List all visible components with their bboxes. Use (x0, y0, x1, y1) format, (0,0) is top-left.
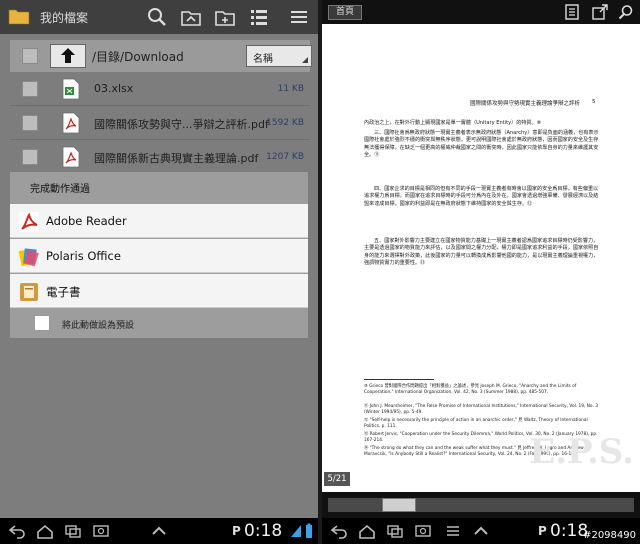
path-bar: /目錄/Download 名稱 (10, 40, 312, 72)
pdf-file-icon (62, 112, 80, 134)
footnote: ⑪ John J. Mearsheimer, "The False Promis… (364, 404, 598, 416)
dialog-title: 完成動作通過 (30, 184, 90, 195)
file-checkbox[interactable] (22, 149, 38, 165)
page-scrubber (322, 492, 640, 518)
file-manager-toolbar: 我的檔案 (0, 0, 318, 34)
up-folder-button[interactable] (50, 44, 86, 68)
excel-file-icon (62, 78, 80, 100)
app-option-ebook[interactable]: 電子書 (10, 274, 308, 308)
search-icon[interactable] (146, 6, 168, 28)
battery-icon (306, 523, 312, 538)
folder-icon (8, 9, 30, 25)
new-folder-icon[interactable] (214, 6, 236, 28)
file-name: 國際關係攻勢與守...爭辯之評析.pdf (94, 118, 269, 131)
menu-lines-icon[interactable] (444, 523, 462, 539)
body-paragraph: 四、國家企求的目標是相同的但有不同的手段一現實主義者有時會以國家的安全爲目標，有… (364, 186, 599, 207)
menu-icon[interactable] (288, 6, 310, 28)
file-checkbox[interactable] (22, 81, 38, 97)
file-row[interactable]: 國際關係攻勢與守...爭辯之評析.pdf 1592 KB (10, 106, 310, 140)
home-icon[interactable] (358, 523, 376, 539)
file-name: 國際關係新古典現實主義理論.pdf (94, 152, 259, 165)
file-manager-panel: 我的檔案 /目錄/Download 名稱 03.xlsx 11 KB 國際關係攻… (0, 0, 318, 544)
reader-home-button[interactable]: 首頁 (328, 5, 362, 20)
ebook-icon (20, 283, 38, 301)
reader-toolbar: 首頁 (322, 0, 640, 24)
file-size: 1592 KB (266, 118, 304, 128)
app-option-polaris-office[interactable]: Polaris Office (10, 239, 308, 273)
set-default-checkbox[interactable] (34, 315, 50, 331)
wifi-icon (291, 525, 301, 537)
sort-dropdown[interactable]: 名稱 (246, 45, 312, 67)
file-row[interactable]: 03.xlsx 11 KB (10, 72, 310, 106)
notification-p-icon: P (232, 524, 241, 538)
document-page[interactable]: 國際關係攻勢與守勢現實主義理論爭辯之評析 5 內政治之上，在對外行動上顯現國家是… (322, 24, 640, 492)
eps-watermark: E.P.S. (529, 432, 634, 472)
app-label: 電子書 (46, 285, 81, 299)
file-size: 1207 KB (266, 152, 304, 162)
arrow-up-icon (61, 48, 75, 63)
app-title: 我的檔案 (40, 11, 89, 25)
page-number: 5 (592, 99, 596, 105)
polaris-office-icon (18, 248, 39, 267)
list-view-icon[interactable] (248, 6, 270, 28)
document-reader-panel: 首頁 國際關係攻勢與守勢現實主義理論爭辯之評析 5 內政治之上，在對外行動上顯現… (322, 0, 640, 544)
footnote: ⑩ Grieco 曾對國際合作問題提出「相對獲益」之論述，參見 Joseph M… (364, 384, 577, 396)
file-name: 03.xlsx (94, 82, 134, 95)
app-label: Polaris Office (46, 249, 121, 263)
home-icon[interactable] (36, 523, 54, 539)
document-list-icon[interactable] (564, 4, 580, 20)
image-credit: #2098490 (583, 530, 636, 541)
body-paragraph: 三、國際社會爲無政府狀態一現實主義者表示無政府狀態（Anarchy）意即是負面的… (364, 130, 599, 158)
menu-up-icon[interactable] (472, 523, 490, 539)
file-size: 11 KB (277, 84, 304, 94)
page-indicator: 5/21 (324, 472, 350, 486)
app-option-adobe-reader[interactable]: Adobe Reader (10, 204, 308, 238)
current-path: /目錄/Download (92, 50, 184, 64)
app-label: Adobe Reader (46, 214, 127, 228)
search-icon[interactable] (618, 4, 634, 20)
set-default-row[interactable]: 將此動做設為預設 (10, 308, 308, 338)
body-paragraph: 內政治之上，在對外行動上顯現國家是單一實體（Unitary Entity）的特質… (364, 120, 542, 126)
page-running-header: 國際關係攻勢與守勢現實主義理論爭辯之評析 (470, 101, 581, 107)
recent-apps-icon[interactable] (386, 523, 404, 539)
screenshot-icon[interactable] (414, 523, 432, 539)
adobe-reader-icon (19, 212, 39, 232)
pdf-file-icon (62, 146, 80, 168)
notification-p-icon: P (538, 524, 547, 538)
scrubber-track[interactable] (328, 498, 634, 512)
status-clock: 0:18 (244, 521, 283, 541)
back-icon[interactable] (330, 523, 348, 539)
footnote: ⑫ "Self-help is necessarily the principl… (364, 418, 588, 430)
recent-apps-icon[interactable] (64, 523, 82, 539)
body-paragraph: 五、國家對外影響力主要建立在國家物質能力基礎上一現實主義者認爲國家追求目標時仍受… (364, 238, 599, 266)
home-folder-icon[interactable] (180, 6, 202, 28)
menu-up-icon[interactable] (150, 523, 168, 539)
system-nav-bar: P 0:18 (0, 518, 318, 544)
screenshot-icon[interactable] (92, 523, 110, 539)
share-icon[interactable] (592, 4, 608, 20)
set-default-label: 將此動做設為預設 (62, 321, 135, 331)
scrubber-thumb[interactable] (382, 498, 416, 512)
footnote-divider (364, 379, 434, 380)
back-icon[interactable] (8, 523, 26, 539)
select-all-checkbox[interactable] (22, 48, 38, 64)
file-row[interactable]: 國際關係新古典現實主義理論.pdf 1207 KB (10, 140, 310, 174)
complete-action-dialog: 完成動作通過 Adobe Reader Polaris Office 電子書 將… (10, 172, 308, 338)
file-checkbox[interactable] (22, 115, 38, 131)
